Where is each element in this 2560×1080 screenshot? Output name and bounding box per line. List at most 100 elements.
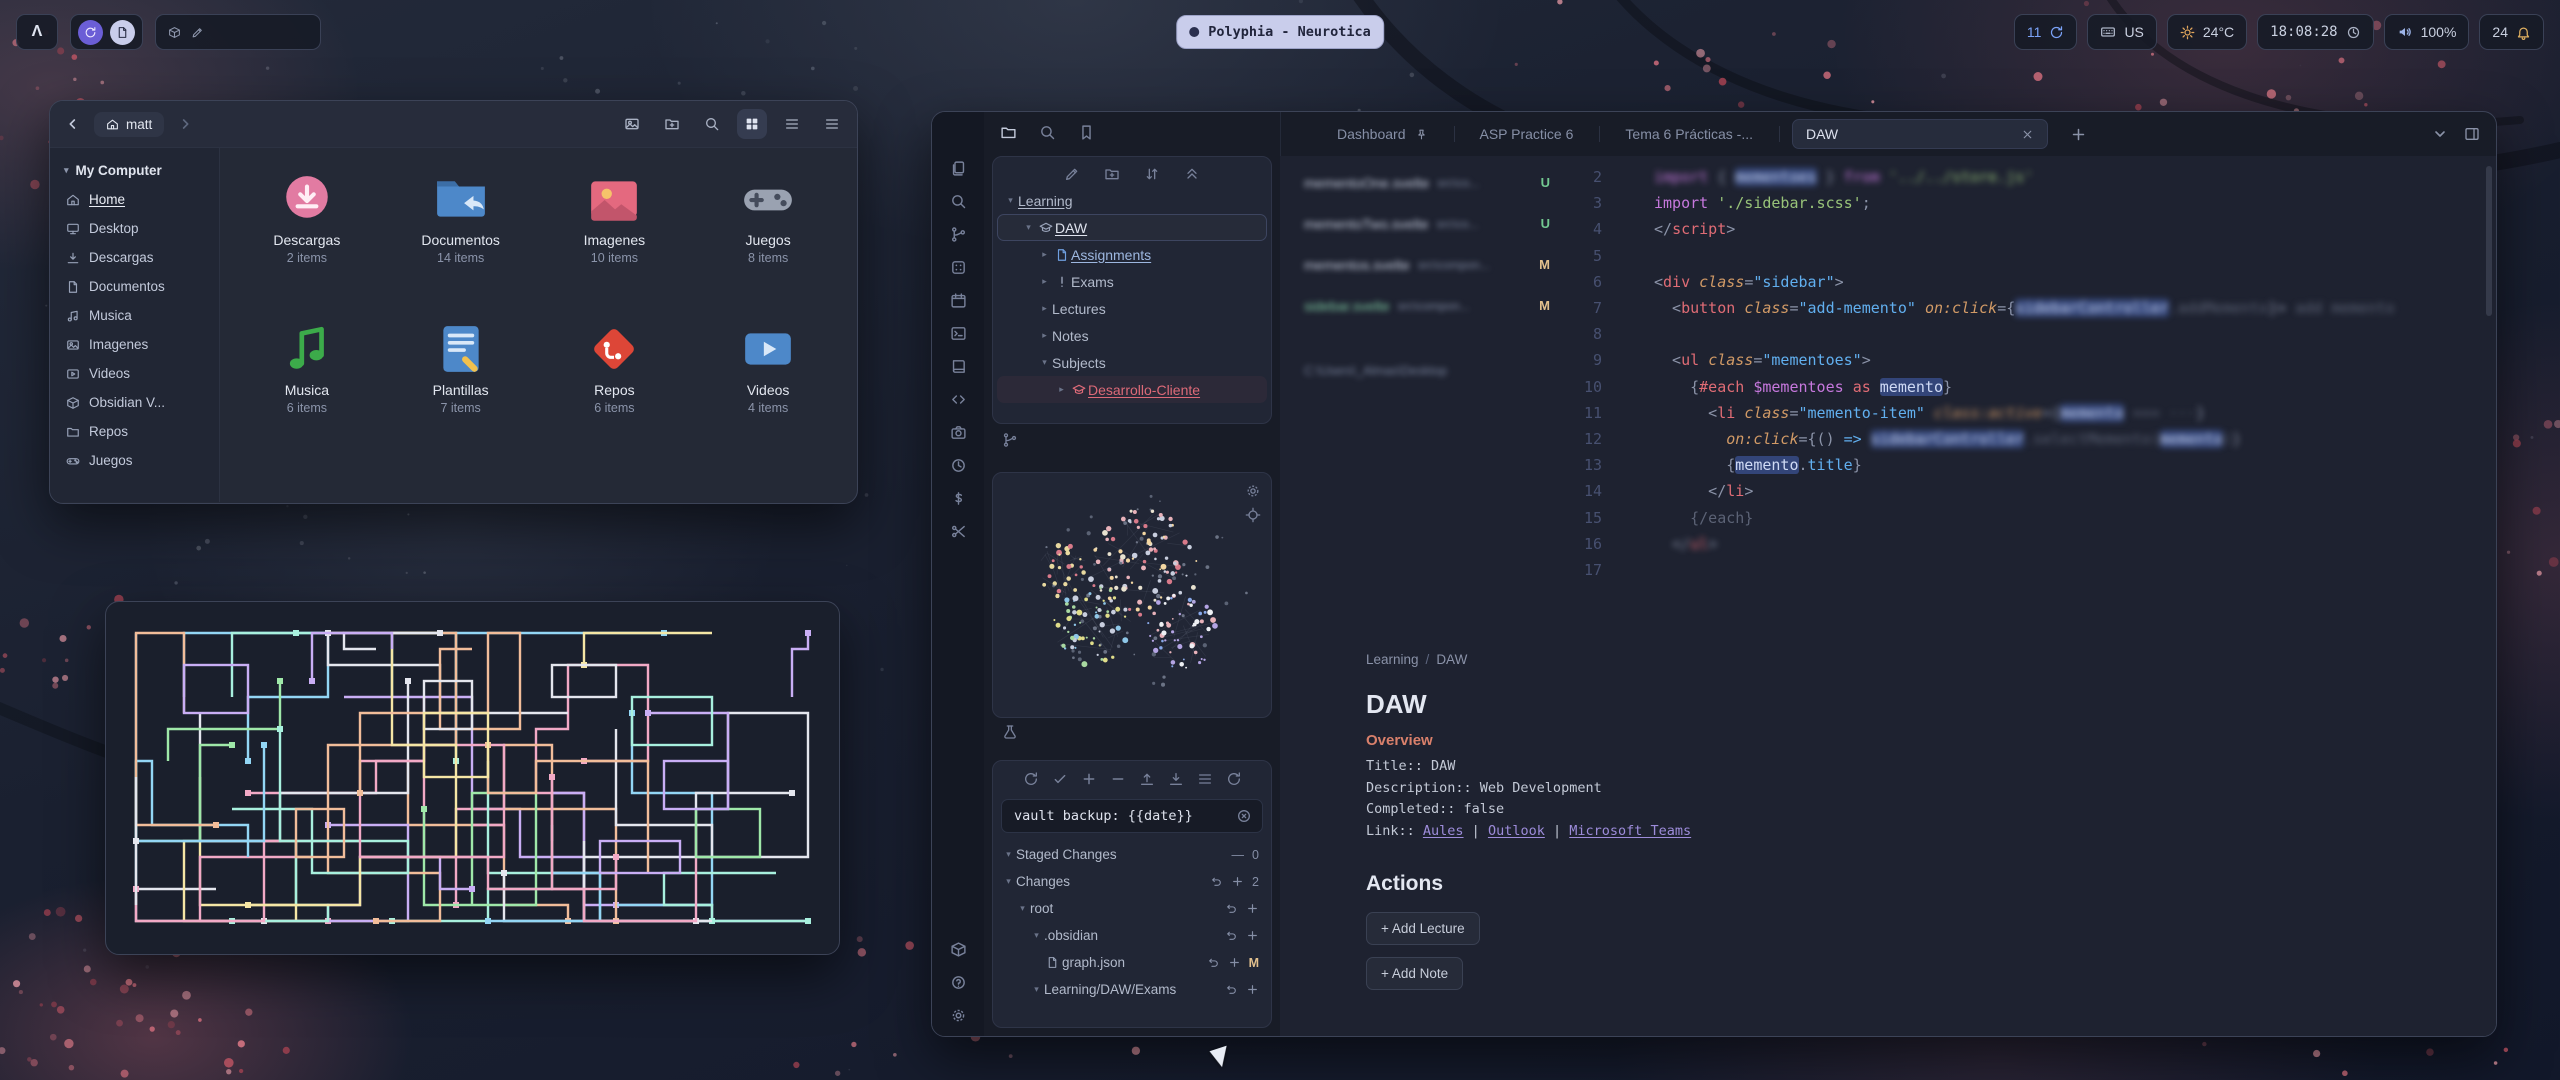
files-tab-icon[interactable] (1000, 124, 1017, 141)
preview-button[interactable] (617, 109, 647, 139)
graph-filter-button[interactable] (1245, 507, 1261, 523)
ribbon-ledger-icon[interactable] (950, 490, 967, 507)
sidebar-item-descargas[interactable]: Descargas (56, 243, 213, 272)
git-row-staged-changes[interactable]: ▾Staged Changes—0 (993, 841, 1271, 868)
note-link-outlook[interactable]: Outlook (1488, 823, 1545, 839)
tree-item-learning[interactable]: ▾Learning (997, 187, 1267, 214)
sidebar-item-repos[interactable]: Repos (56, 417, 213, 446)
keyboard-layout-widget[interactable]: US (2087, 14, 2156, 50)
new-note-button-icon[interactable] (1064, 166, 1080, 182)
notifications-widget[interactable]: 24 (2479, 14, 2544, 50)
sidebar-item-documentos[interactable]: Documentos (56, 272, 213, 301)
git-push-icon[interactable] (1139, 771, 1155, 787)
ribbon-help-icon[interactable] (950, 974, 967, 991)
new-folder-button-icon[interactable] (1104, 166, 1120, 182)
git-sync-icon[interactable] (1226, 771, 1242, 787)
tab-daw[interactable]: DAW (1792, 119, 2048, 149)
ribbon-settings-icon[interactable] (950, 1007, 967, 1024)
breadcrumb-part[interactable]: Learning (1366, 652, 1419, 667)
git-chevron-icon[interactable]: ▾ (1029, 984, 1044, 995)
new-folder-button[interactable] (657, 109, 687, 139)
taskbar-pill[interactable] (155, 14, 321, 50)
ribbon-daily-note-icon[interactable] (950, 292, 967, 309)
folder-documentos[interactable]: Documentos14 items (384, 162, 538, 312)
folder-descargas[interactable]: Descargas2 items (230, 162, 384, 312)
tree-chevron-icon[interactable]: ▾ (1037, 357, 1052, 368)
open-file-row[interactable]: mementoTwo.sveltesrc\co...U (1296, 203, 1558, 244)
commit-message-input[interactable] (1012, 807, 1228, 825)
branch-panel-handle[interactable] (1002, 432, 1018, 448)
ribbon-files-icon[interactable] (950, 160, 967, 177)
sidebar-item-imagenes[interactable]: Imagenes (56, 330, 213, 359)
ribbon-book-icon[interactable] (950, 358, 967, 375)
folder-musica[interactable]: Musica6 items (230, 312, 384, 462)
scrollbar[interactable] (2486, 166, 2492, 316)
sidebar-item-juegos[interactable]: Juegos (56, 446, 213, 475)
folder-plantillas[interactable]: Plantillas7 items (384, 312, 538, 462)
bookmarks-tab-icon[interactable] (1078, 124, 1095, 141)
git-stage-all-icon[interactable] (1081, 771, 1097, 787)
split-layout-icon[interactable] (2464, 126, 2480, 142)
action-button-add-note[interactable]: + Add Note (1366, 957, 1463, 990)
tab-tema-6-pr-cticas[interactable]: Tema 6 Prácticas -... (1612, 119, 1766, 149)
workspace-button-2[interactable] (110, 20, 135, 45)
ribbon-snippets-icon[interactable] (950, 523, 967, 540)
sidebar-item-desktop[interactable]: Desktop (56, 214, 213, 243)
git-commit-icon[interactable] (1052, 771, 1068, 787)
note-link-microsoft-teams[interactable]: Microsoft Teams (1569, 823, 1691, 839)
note-link-aules[interactable]: Aules (1423, 823, 1464, 839)
tree-item-daw[interactable]: ▾DAW (997, 214, 1267, 241)
new-tab-button[interactable] (2070, 126, 2087, 143)
stage-icon[interactable] (1231, 875, 1244, 888)
workspace-button-1[interactable] (78, 20, 103, 45)
git-pull-icon[interactable] (1168, 771, 1184, 787)
tree-chevron-icon[interactable]: ▸ (1037, 330, 1052, 341)
open-file-row[interactable]: mementos.sveltesrc\compon...M (1296, 244, 1558, 285)
ribbon-code-icon[interactable] (950, 391, 967, 408)
ribbon-camera-icon[interactable] (950, 424, 967, 441)
tools-panel-handle[interactable] (1002, 724, 1018, 740)
git-row-obsidian[interactable]: ▾.obsidian (993, 922, 1271, 949)
stage-icon[interactable] (1246, 983, 1259, 996)
weather-widget[interactable]: 24°C (2167, 14, 2247, 50)
git-chevron-icon[interactable]: ▾ (1001, 849, 1016, 860)
git-change-list-icon[interactable] (1197, 771, 1213, 787)
note-breadcrumb[interactable]: Learning/DAW (1366, 652, 2186, 667)
sidebar-item-obsidian-v[interactable]: Obsidian V... (56, 388, 213, 417)
git-row-graph-json[interactable]: graph.jsonM (993, 949, 1271, 976)
tree-item-lectures[interactable]: ▸Lectures (997, 295, 1267, 322)
tree-chevron-icon[interactable]: ▾ (1003, 195, 1018, 206)
tree-chevron-icon[interactable]: ▸ (1037, 303, 1052, 314)
grid-view-button[interactable] (737, 109, 767, 139)
sidebar-section-header[interactable]: ▾ My Computer (56, 156, 213, 185)
editor-area[interactable]: mementoOne.sveltesrc\co...UmementoTwo.sv… (1280, 156, 2496, 1036)
sidebar-item-videos[interactable]: Videos (56, 359, 213, 388)
tree-chevron-icon[interactable]: ▸ (1054, 384, 1069, 395)
tree-item-subjects[interactable]: ▾Subjects (997, 349, 1267, 376)
stage-icon[interactable] (1246, 902, 1259, 915)
open-file-row[interactable]: mementoOne.sveltesrc\co...U (1296, 162, 1558, 203)
search-tab-icon[interactable] (1039, 124, 1056, 141)
tree-chevron-icon[interactable]: ▾ (1021, 222, 1036, 233)
open-file-row[interactable]: C:\Users\_Almas\Desktop (1296, 350, 1558, 391)
discard-icon[interactable] (1225, 929, 1238, 942)
folder-repos[interactable]: Repos6 items (538, 312, 692, 462)
breadcrumb-part[interactable]: DAW (1436, 652, 1467, 667)
forward-button[interactable] (172, 111, 198, 137)
git-chevron-icon[interactable]: ▾ (1029, 930, 1044, 941)
git-refresh-icon[interactable] (1023, 771, 1039, 787)
tree-chevron-icon[interactable]: ▸ (1037, 249, 1052, 260)
discard-icon[interactable] (1225, 902, 1238, 915)
sidebar-item-home[interactable]: Home (56, 185, 213, 214)
folder-juegos[interactable]: Juegos8 items (691, 162, 845, 312)
sort-order-button-icon[interactable] (1144, 166, 1160, 182)
ribbon-history-icon[interactable] (950, 457, 967, 474)
ribbon-random-note-icon[interactable] (950, 259, 967, 276)
chevron-down-icon[interactable] (2432, 126, 2448, 142)
volume-widget[interactable]: 100% (2384, 14, 2470, 50)
sidebar-item-musica[interactable]: Musica (56, 301, 213, 330)
workspace-switcher[interactable] (70, 14, 143, 50)
tree-item-notes[interactable]: ▸Notes (997, 322, 1267, 349)
discard-icon[interactable] (1207, 956, 1220, 969)
collapse-all-button-icon[interactable] (1184, 166, 1200, 182)
